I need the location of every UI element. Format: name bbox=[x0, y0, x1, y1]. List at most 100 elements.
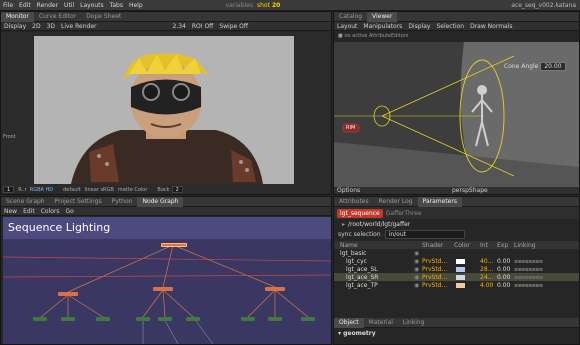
cone-angle-field[interactable]: 20.00 bbox=[540, 62, 566, 71]
col-color[interactable]: Color bbox=[454, 242, 470, 249]
frame-start-field[interactable]: 1 bbox=[3, 186, 15, 193]
tab-render-log[interactable]: Render Log bbox=[374, 197, 418, 207]
tab-project-settings[interactable]: Project Settings bbox=[50, 197, 107, 207]
menu-edit[interactable]: Edit bbox=[16, 2, 34, 9]
nodegraph-canvas[interactable]: Sequence Lighting bbox=[3, 217, 331, 344]
menu-render[interactable]: Render bbox=[34, 2, 61, 9]
tab-viewer[interactable]: Viewer bbox=[367, 12, 398, 22]
tab-catalog[interactable]: Catalog bbox=[334, 12, 367, 22]
menu-selection[interactable]: Selection bbox=[433, 23, 467, 30]
visibility-icon[interactable]: ◉ bbox=[414, 250, 419, 257]
light-color-swatch[interactable] bbox=[456, 282, 465, 288]
menu-util[interactable]: Util bbox=[61, 2, 77, 9]
default-label[interactable]: default bbox=[63, 187, 81, 193]
light-intensity[interactable]: 4.00 bbox=[480, 282, 493, 289]
menu-go[interactable]: Go bbox=[63, 208, 77, 215]
monitor-canvas[interactable]: Front bbox=[1, 32, 331, 188]
linking-dots[interactable]: ▪▪▪▪▪▪▪▪ bbox=[514, 266, 543, 273]
col-exp[interactable]: Exp bbox=[497, 242, 508, 249]
node-group-a[interactable] bbox=[58, 292, 78, 296]
node-group-b[interactable] bbox=[153, 287, 173, 291]
node-leaf[interactable] bbox=[61, 317, 75, 321]
zoom-readout[interactable]: 2.34 bbox=[170, 23, 189, 30]
node-leaf[interactable] bbox=[96, 317, 110, 321]
light-shader[interactable]: PrvStd... bbox=[422, 274, 447, 281]
back-field[interactable]: 2 bbox=[171, 186, 183, 193]
tab-node-graph[interactable]: Node Graph bbox=[137, 197, 184, 207]
node-leaf[interactable] bbox=[186, 317, 200, 321]
node-leaf[interactable] bbox=[268, 317, 282, 321]
light-shader[interactable]: PrvStd... bbox=[422, 266, 447, 273]
tab-curve-editor[interactable]: Curve Editor bbox=[34, 12, 81, 22]
back-label[interactable]: Back bbox=[157, 187, 169, 193]
visibility-icon[interactable]: ◉ bbox=[414, 266, 419, 273]
menu-ng-edit[interactable]: Edit bbox=[20, 208, 38, 215]
light-intensity[interactable]: 28... bbox=[480, 266, 493, 273]
gaffer-path[interactable]: /root/world/lgt/gaffer bbox=[348, 221, 410, 228]
tab-material[interactable]: Material bbox=[364, 318, 398, 328]
swipe-toggle[interactable]: Swipe Off bbox=[216, 23, 251, 30]
col-linking[interactable]: Linking bbox=[514, 242, 536, 249]
col-shader[interactable]: Shader bbox=[422, 242, 443, 249]
col-name[interactable]: Name bbox=[340, 242, 358, 249]
linking-dots[interactable]: ▪▪▪▪▪▪▪▪ bbox=[514, 274, 543, 281]
node-leaf[interactable] bbox=[158, 317, 172, 321]
node-leaf[interactable] bbox=[33, 317, 47, 321]
node-group-c[interactable] bbox=[265, 287, 285, 291]
roi-toggle[interactable]: ROI Off bbox=[189, 23, 216, 30]
tab-monitor[interactable]: Monitor bbox=[1, 12, 34, 22]
node-name-badge[interactable]: lgt_sequence bbox=[337, 208, 383, 218]
3d-toggle[interactable]: 3D bbox=[44, 23, 58, 30]
sync-selection-dropdown[interactable]: in/out bbox=[384, 229, 465, 239]
table-row[interactable]: lgt_ace_TP ◉ PrvStd... 4.00 0.00 ▪▪▪▪▪▪▪▪ bbox=[334, 281, 579, 289]
shot-label[interactable]: shot bbox=[257, 2, 270, 9]
tab-parameters[interactable]: Parameters bbox=[417, 197, 462, 207]
light-shader[interactable]: PrvStd... bbox=[422, 282, 447, 289]
menu-manipulators[interactable]: Manipulators bbox=[360, 23, 405, 30]
menu-colors[interactable]: Colors bbox=[38, 208, 63, 215]
light-exposure[interactable]: 0.00 bbox=[497, 258, 510, 265]
viewport[interactable]: RIM Cone Angle 20.00 bbox=[334, 42, 579, 187]
menu-file[interactable]: File bbox=[0, 2, 16, 9]
tab-object[interactable]: Object bbox=[334, 317, 364, 328]
menu-draw-normals[interactable]: Draw Normals bbox=[467, 23, 515, 30]
colorspace-label[interactable]: linear sRGB bbox=[85, 187, 114, 193]
table-row[interactable]: lgt_cyc ◉ PrvStd... 40... 0.00 ▪▪▪▪▪▪▪▪ bbox=[334, 257, 579, 265]
menu-layouts[interactable]: Layouts bbox=[77, 2, 107, 9]
node-leaf[interactable] bbox=[301, 317, 315, 321]
visibility-icon[interactable]: ◉ bbox=[414, 274, 419, 281]
channel-label[interactable]: R..r bbox=[18, 187, 27, 193]
light-intensity[interactable]: 24... bbox=[480, 274, 493, 281]
menu-new[interactable]: New bbox=[1, 208, 20, 215]
tab-scene-graph[interactable]: Scene Graph bbox=[1, 197, 50, 207]
table-row[interactable]: lgt_ace_SL ◉ PrvStd... 28... 0.00 ▪▪▪▪▪▪▪▪ bbox=[334, 265, 579, 273]
node-leaf[interactable] bbox=[241, 317, 255, 321]
tab-python[interactable]: Python bbox=[107, 197, 138, 207]
menu-tabs[interactable]: Tabs bbox=[107, 2, 126, 9]
shot-value[interactable]: 20 bbox=[272, 2, 280, 9]
menu-help[interactable]: Help bbox=[126, 2, 146, 9]
col-int[interactable]: Int bbox=[480, 242, 488, 249]
tab-attributes[interactable]: Attributes bbox=[334, 197, 374, 207]
matte-label[interactable]: matte Color bbox=[118, 187, 148, 193]
table-row[interactable]: lgt_ace_SR ◉ PrvStd... 24... 0.00 ▪▪▪▪▪▪▪▪ bbox=[334, 273, 579, 281]
linking-dots[interactable]: ▪▪▪▪▪▪▪▪ bbox=[514, 282, 543, 289]
live-render-toggle[interactable]: Live Render bbox=[58, 23, 100, 30]
light-color-swatch[interactable] bbox=[456, 274, 465, 280]
light-exposure[interactable]: 0.00 bbox=[497, 266, 510, 273]
geometry-group[interactable]: ▾ geometry bbox=[338, 330, 376, 337]
menu-display[interactable]: Display bbox=[405, 23, 433, 30]
tab-dope-sheet[interactable]: Dope Sheet bbox=[81, 12, 126, 22]
light-intensity[interactable]: 40... bbox=[480, 258, 493, 265]
node-root[interactable] bbox=[161, 243, 187, 247]
visibility-icon[interactable]: ◉ bbox=[414, 258, 419, 265]
light-exposure[interactable]: 0.00 bbox=[497, 274, 510, 281]
2d-toggle[interactable]: 2D bbox=[29, 23, 43, 30]
menu-layout[interactable]: Layout bbox=[334, 23, 360, 30]
variables-label[interactable]: variables bbox=[226, 2, 253, 9]
format-label[interactable]: RGBA HD bbox=[30, 187, 53, 193]
light-color-swatch[interactable] bbox=[456, 266, 465, 272]
light-color-swatch[interactable] bbox=[456, 258, 465, 264]
node-leaf[interactable] bbox=[136, 317, 150, 321]
camera-label[interactable]: perspShape bbox=[452, 187, 488, 194]
